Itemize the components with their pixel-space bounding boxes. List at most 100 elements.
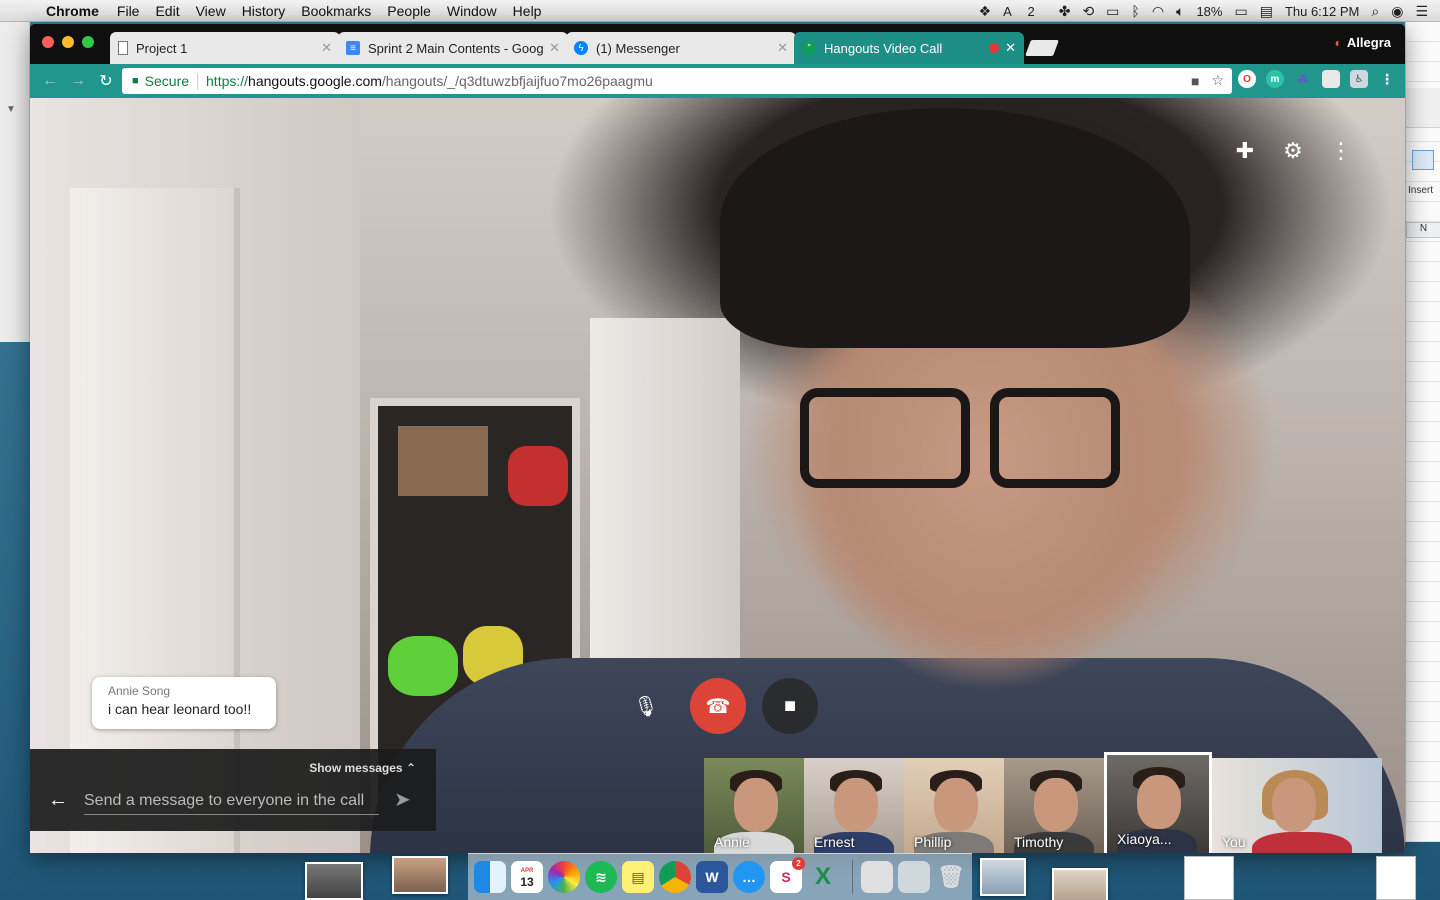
menu-history[interactable]: History [242,3,286,19]
participant-thumbnail[interactable]: Timothy [1004,758,1104,853]
camera-permission-icon[interactable]: ■ [1191,73,1199,89]
dropdown-arrow-icon[interactable]: ▼ [6,104,16,115]
messages-icon[interactable]: … [733,861,765,893]
self-view-thumbnail[interactable]: You [1212,758,1382,853]
lock-icon[interactable]: ■ [132,75,139,87]
chrome-icon[interactable] [659,861,691,893]
camera-button[interactable]: ■ [762,678,818,734]
siri-icon[interactable]: ◉ [1391,3,1403,20]
photos-icon[interactable] [548,861,580,893]
airplay-icon[interactable]: ▭ [1106,3,1119,20]
reload-icon[interactable]: ↻ [92,71,120,91]
address-bar[interactable]: ■ Secure https://hangouts.google.com/han… [122,68,1232,94]
background-window-left[interactable]: ▼ [0,22,30,342]
participant-thumbnail[interactable]: Annie [704,758,804,853]
tab-messenger[interactable]: ϟ (1) Messenger ✕ [566,32,796,64]
add-person-icon[interactable]: ✚ [1221,138,1269,164]
tab-close-icon[interactable]: ✕ [1005,40,1016,56]
background-spreadsheet-window[interactable]: Insert N [1405,22,1440,842]
menu-help[interactable]: Help [513,3,542,19]
desktop-document-icon[interactable] [1184,856,1234,900]
tab-close-icon[interactable]: ✕ [321,40,332,56]
accessibility-extension-icon[interactable]: ♿︎ [1350,70,1368,88]
dropbox-icon[interactable]: ❖ [979,3,992,20]
time-machine-icon[interactable]: ⟲ [1082,3,1094,20]
desktop-document-icon[interactable] [1376,856,1416,900]
opera-extension-icon[interactable]: O [1238,70,1256,88]
dots-extension-icon[interactable]: ⁂ [1294,70,1312,88]
back-arrow-icon[interactable]: ← [48,789,68,812]
us-flag-icon[interactable]: ▤ [1260,3,1273,20]
microphone-button[interactable]: 🎙︎ [618,678,674,734]
tab-project-1[interactable]: Project 1 ✕ [110,32,340,64]
downloads-stack-icon[interactable] [898,861,930,893]
new-tab-button[interactable] [1025,40,1059,56]
main-video-feed[interactable]: ✚ ⚙ ⋮ Annie Song i can hear leonard too!… [30,98,1405,853]
bluetooth-icon[interactable]: ᛒ [1131,3,1139,19]
browser-toolbar: ← → ↻ ■ Secure https://hangouts.google.c… [30,64,1405,98]
participant-thumbnail-active[interactable]: Xiaoya... [1104,752,1212,853]
back-arrow-icon[interactable]: ← [36,72,64,90]
menu-people[interactable]: People [387,3,431,19]
tab-sprint-2[interactable]: ≡ Sprint 2 Main Contents - Goog ✕ [338,32,568,64]
forward-arrow-icon[interactable]: → [64,72,92,90]
chrome-menu-icon[interactable]: ⋮ [1378,70,1396,88]
participant-thumbnail[interactable]: Phillip [904,758,1004,853]
mixmax-extension-icon[interactable]: m [1266,70,1284,88]
spotify-icon[interactable]: ≋ [585,861,617,893]
tab-close-icon[interactable]: ✕ [549,40,560,56]
spotlight-search-icon[interactable]: ⌕ [1371,3,1379,20]
stickies-icon[interactable]: ▤ [622,861,654,893]
more-options-icon[interactable]: ⋮ [1317,138,1365,164]
battery-icon[interactable]: ▭ [1234,3,1247,20]
menu-view[interactable]: View [196,3,226,19]
tab-hangouts[interactable]: ” Hangouts Video Call ✕ [794,32,1024,64]
menu-edit[interactable]: Edit [155,3,179,19]
word-icon[interactable]: W [696,861,728,893]
preview-icon[interactable] [861,861,893,893]
speaker-hair [720,108,1190,348]
window-minimize-button[interactable] [62,36,74,48]
wifi-icon[interactable]: ◠ [1152,3,1164,20]
calendar-icon[interactable]: APR 13 [511,861,543,893]
battery-percent[interactable]: 18% [1196,4,1222,19]
notification-center-icon[interactable]: ☰ [1415,3,1428,20]
slack-icon[interactable]: S2 [770,857,805,893]
finder-icon[interactable] [474,861,506,893]
document-icon [118,41,128,55]
menu-file[interactable]: File [117,3,140,19]
url-text[interactable]: https://hangouts.google.com/hangouts/_/q… [206,73,653,89]
participant-thumbnail[interactable]: Ernest [804,758,904,853]
desktop-photo-thumbnail[interactable] [392,856,448,894]
send-icon[interactable]: ➤ [394,787,411,812]
excel-icon[interactable]: X [807,861,839,893]
window-maximize-button[interactable] [82,36,94,48]
adobe-status-item[interactable]: A 2 [1003,4,1047,19]
insert-table-icon[interactable] [1412,150,1434,170]
pinwheel-icon[interactable]: ✤ [1059,3,1071,20]
square-extension-icon[interactable] [1322,70,1340,88]
menubar-clock[interactable]: Thu 6:12 PM [1285,4,1359,19]
profile-button[interactable]: ◐ Allegra [1335,35,1391,50]
volume-icon[interactable]: 🔈︎ [1176,3,1184,20]
trash-icon[interactable]: 🗑︎ [935,861,967,893]
desktop-screenshot-thumbnail[interactable] [980,858,1026,896]
desktop-photo-thumbnail[interactable] [1052,868,1108,900]
menu-window[interactable]: Window [447,3,497,19]
tab-close-icon[interactable]: ✕ [777,40,788,56]
app-menu-chrome[interactable]: Chrome [46,3,99,19]
show-messages-button[interactable]: Show messages ⌃ [309,761,416,775]
column-header[interactable]: N [1406,222,1440,238]
chat-message-bubble[interactable]: Annie Song i can hear leonard too!! [92,677,276,729]
hang-up-button[interactable]: ☎︎ [690,678,746,734]
menu-bookmarks[interactable]: Bookmarks [301,3,371,19]
message-input[interactable]: Send a message to everyone in the call [84,789,379,815]
message-sender: Annie Song [108,684,171,698]
settings-gear-icon[interactable]: ⚙ [1269,138,1317,164]
desktop-photo-thumbnail[interactable] [305,862,363,900]
insert-label[interactable]: Insert [1408,185,1433,196]
secure-label[interactable]: Secure [145,73,199,89]
bookmark-star-icon[interactable]: ☆ [1211,72,1224,89]
face [734,778,778,832]
window-close-button[interactable] [42,36,54,48]
